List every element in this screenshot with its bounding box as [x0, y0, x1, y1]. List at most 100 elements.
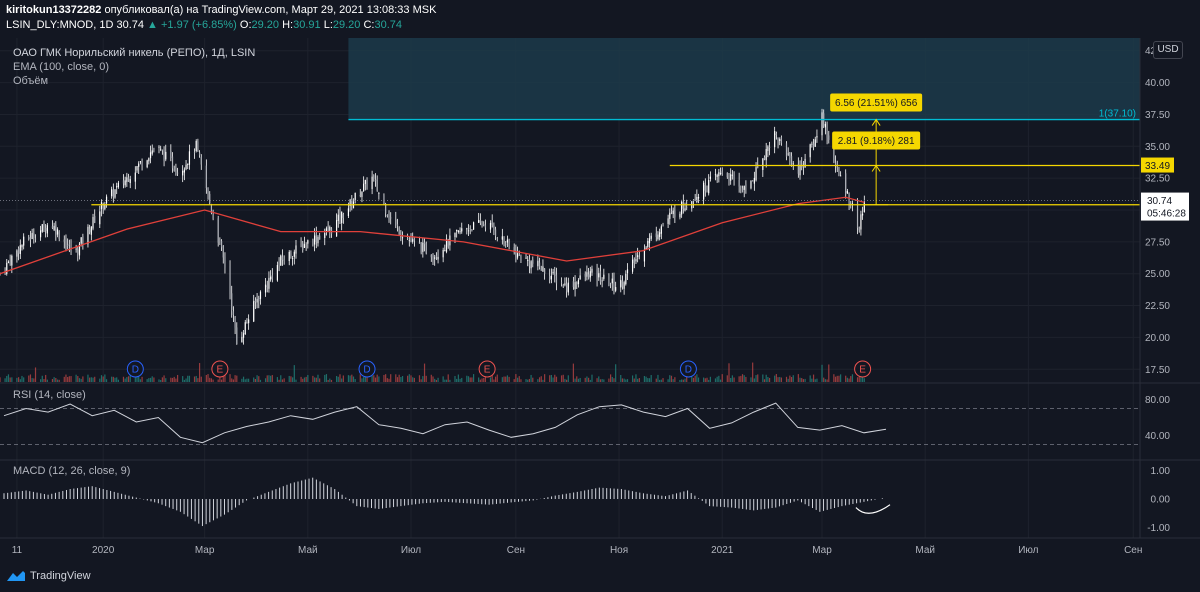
volume-bar: [100, 375, 103, 382]
candle-body: [469, 228, 471, 229]
volume-bar: [160, 379, 162, 382]
volume-bar: [823, 377, 825, 382]
legend-ema[interactable]: EMA (100, close, 0): [13, 60, 255, 74]
candle-body: [89, 228, 91, 233]
volume-bar: [767, 376, 769, 382]
volume-bar: [650, 375, 652, 382]
candle-body: [789, 152, 791, 159]
volume-bar: [437, 377, 439, 382]
rsi-tick-label: 80.00: [1145, 395, 1170, 406]
volume-bar: [467, 376, 470, 382]
candle-body: [18, 248, 20, 254]
candle-body: [231, 293, 233, 311]
volume-bar: [351, 374, 353, 382]
candle-body: [662, 224, 664, 225]
volume-bar: [576, 376, 578, 382]
volume-bar: [253, 377, 255, 382]
candle-body: [601, 280, 603, 282]
candle-body: [804, 158, 806, 168]
candle-body: [516, 253, 519, 258]
volume-bar: [530, 374, 532, 382]
volume-bar: [598, 376, 600, 382]
volume-bar: [188, 375, 191, 382]
legend-title[interactable]: ОАО ГМК Норильский никель (РЕПО), 1Д, LS…: [13, 46, 255, 60]
candle-body: [187, 163, 189, 165]
volume-bar: [515, 374, 517, 382]
candle-body: [248, 319, 250, 324]
candle-body: [173, 168, 175, 172]
volume-bar: [266, 375, 268, 382]
candle-body: [136, 166, 138, 171]
volume-bar: [469, 377, 471, 382]
candle-body: [643, 250, 646, 262]
volume-bar: [41, 375, 43, 382]
tradingview-logo[interactable]: TradingView: [6, 570, 91, 582]
volume-bar: [359, 374, 361, 382]
candle-body: [608, 275, 610, 286]
candle-body: [219, 240, 221, 242]
candle-body: [329, 226, 331, 231]
volume-bar: [840, 374, 842, 382]
candle-body: [686, 207, 688, 209]
price-tick-label: 27.50: [1145, 237, 1170, 248]
volume-bar: [780, 377, 783, 382]
volume-bar: [423, 363, 426, 382]
volume-bar: [508, 376, 510, 382]
volume-bar: [352, 376, 355, 382]
volume-bar: [183, 379, 185, 382]
candle-body: [738, 180, 740, 187]
volume-bar: [824, 379, 827, 382]
candle-body: [77, 249, 79, 254]
candle-body: [501, 236, 503, 240]
candle-body: [508, 239, 510, 246]
volume-bar: [799, 377, 801, 382]
candle-body: [176, 172, 179, 174]
volume-bar: [58, 379, 60, 382]
volume-bar: [560, 375, 563, 382]
candle-body: [442, 250, 444, 258]
candle-body: [538, 262, 541, 268]
candle-body: [566, 283, 568, 292]
volume-bar: [46, 379, 48, 382]
volume-bar: [0, 377, 1, 382]
legend-volume[interactable]: Объём: [13, 74, 255, 88]
candle-body: [163, 149, 165, 161]
volume-bar: [647, 378, 649, 382]
volume-bar: [278, 379, 280, 382]
volume-bar: [591, 374, 593, 382]
candle-body: [303, 244, 306, 248]
brand-name: TradingView: [30, 570, 91, 582]
volume-bar: [31, 378, 33, 382]
volume-bar: [324, 374, 326, 382]
volume-bar: [478, 377, 480, 382]
macd-label[interactable]: MACD (12, 26, close, 9): [13, 465, 130, 477]
candle-body: [703, 182, 705, 200]
candle-body: [376, 179, 378, 191]
candle-body: [728, 178, 730, 182]
currency-button[interactable]: USD: [1153, 41, 1183, 59]
candle-body: [603, 274, 605, 279]
volume-bar: [112, 376, 114, 382]
volume-bar: [821, 364, 823, 382]
candle-body: [99, 211, 101, 225]
volume-bar: [826, 379, 828, 382]
volume-bar: [471, 377, 473, 382]
volume-bar: [317, 374, 319, 382]
volume-bar: [679, 379, 681, 382]
rsi-label[interactable]: RSI (14, close): [13, 389, 86, 401]
volume-bar: [398, 374, 400, 382]
volume-bar: [516, 377, 519, 382]
candle-body: [51, 226, 54, 229]
volume-bar: [603, 379, 605, 382]
candle-body: [141, 162, 143, 167]
candle-body: [373, 175, 375, 179]
volume-bar: [697, 377, 700, 382]
candle-body: [111, 189, 113, 197]
volume-bar: [170, 377, 172, 382]
volume-bar: [525, 379, 527, 382]
candle-body: [151, 150, 153, 154]
volume-bar: [550, 375, 552, 382]
volume-bar: [232, 379, 235, 382]
volume-bar: [655, 378, 657, 382]
volume-bar: [376, 374, 378, 382]
